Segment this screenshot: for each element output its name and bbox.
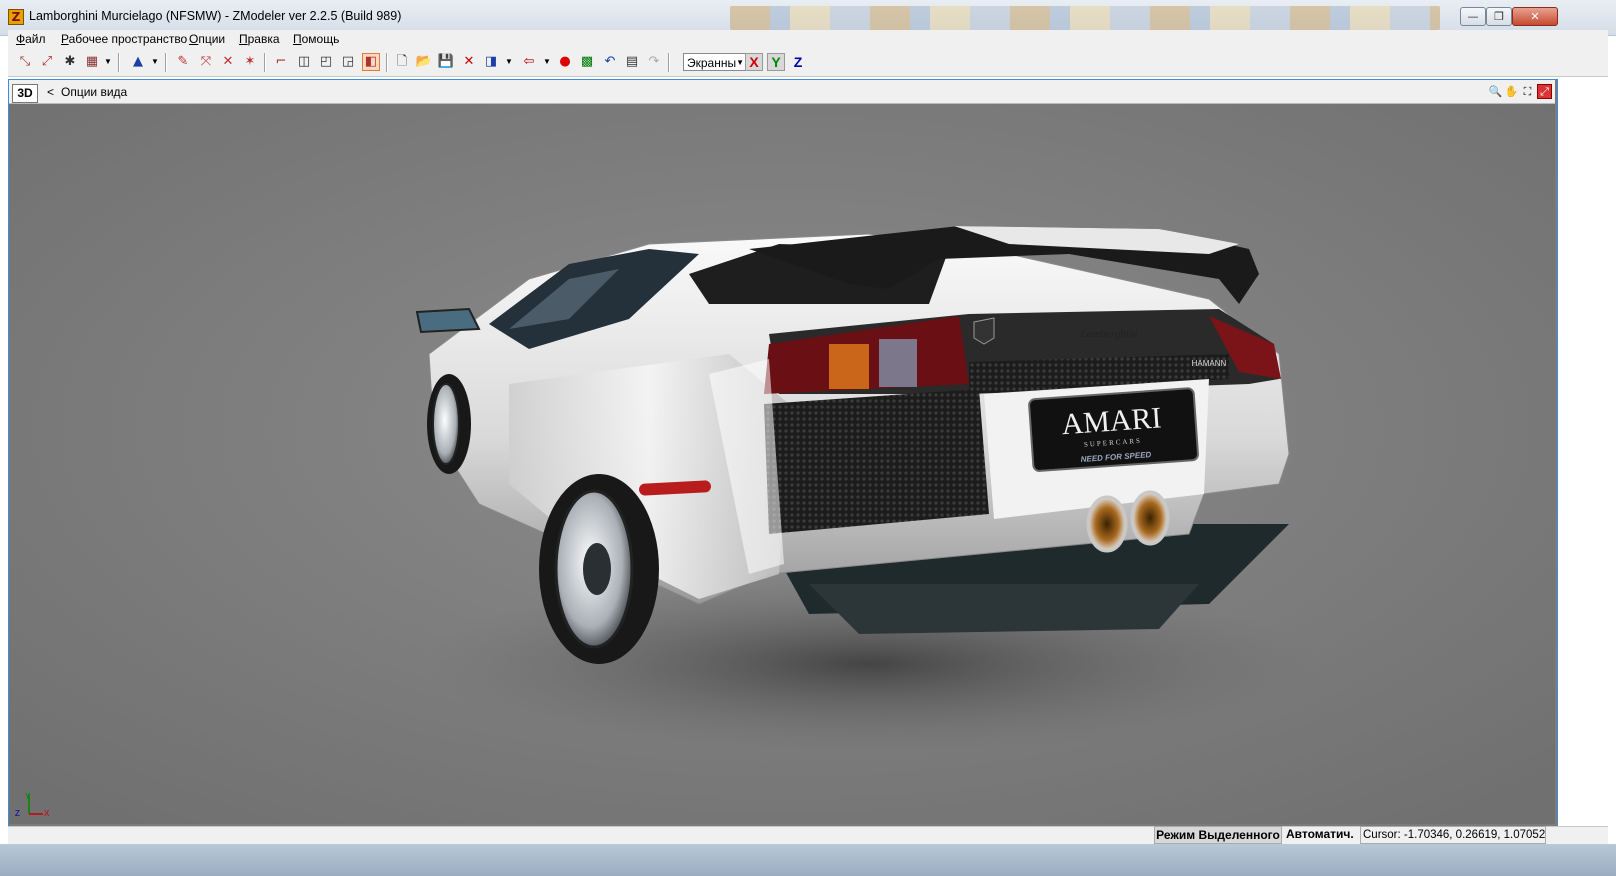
move-tool-icon[interactable]: ⤧ [197, 53, 215, 71]
open-file-icon[interactable]: 📂 [415, 53, 433, 71]
gizmo-z-label: Z [15, 809, 20, 818]
car-mirror [415, 307, 481, 334]
rotate-tool-icon[interactable]: ✕ [219, 53, 237, 71]
screen-space-value: Экранны [687, 56, 737, 70]
record-icon[interactable]: ● [556, 53, 574, 71]
pyramid-icon[interactable]: ▲ [129, 53, 147, 71]
material-icon[interactable]: ▩ [578, 53, 596, 71]
exhaust-pipe-right [1130, 490, 1170, 546]
car-underbody [809, 584, 1199, 634]
axis-x-toggle[interactable]: X [745, 53, 763, 71]
car-rear-grille [764, 389, 989, 534]
car-model: AMARI SUPERCARS NEED FOR SPEED Lamborghi… [415, 226, 1319, 754]
toolbar-separator [264, 53, 266, 72]
group-tool-icon[interactable]: ▦ [83, 53, 101, 71]
car-indicator-left [829, 344, 869, 389]
scale-tool-icon[interactable]: ✶ [241, 53, 259, 71]
select-tool-icon[interactable]: ⤡ [16, 53, 34, 71]
import-icon[interactable]: ◨ [482, 53, 500, 71]
menu-file[interactable]: Файл [16, 32, 46, 46]
edge-mode-icon[interactable]: ◫ [295, 53, 313, 71]
toolbar-separator [668, 53, 670, 72]
menu-edit[interactable]: Правка [239, 32, 280, 46]
os-taskbar [0, 844, 1616, 876]
object-mode-icon[interactable]: ◲ [339, 53, 357, 71]
menu-workspace[interactable]: Рабочее пространство [61, 32, 187, 46]
hamann-badge: HAMANN [1192, 359, 1227, 368]
car-reverse-light-left [879, 339, 917, 387]
maximize-button[interactable]: ❐ [1486, 7, 1512, 26]
fit-view-icon[interactable]: ⛶ [1520, 84, 1535, 99]
minimize-button[interactable]: — [1460, 7, 1486, 26]
vertex-mode-icon[interactable]: ⌐ [272, 53, 290, 71]
paint-tool-icon[interactable]: ✎ [174, 53, 192, 71]
toolbar-separator [118, 53, 120, 72]
redo-icon[interactable]: ↷ [645, 53, 663, 71]
selection-mode-status: Режим Выделенного [1154, 826, 1282, 844]
properties-icon[interactable]: ▤ [623, 53, 641, 71]
menu-help[interactable]: Помощь [293, 32, 339, 46]
undo-icon[interactable]: ↶ [601, 53, 619, 71]
car-brand-badge: Lamborghini [1079, 328, 1137, 340]
export-icon[interactable]: ⇦ [520, 53, 538, 71]
collapse-arrow-icon[interactable]: < [47, 85, 54, 99]
view-options-label[interactable]: Опции вида [61, 85, 127, 99]
pan-icon[interactable]: ✋ [1504, 84, 1519, 99]
window-title: Lamborghini Murcielago (NFSMW) - ZModele… [29, 9, 402, 23]
front-rim [432, 383, 460, 465]
exhaust-pipe-left [1086, 495, 1128, 553]
cursor-coordinates: Cursor: -1.70346, 0.26619, 1.07052 [1360, 826, 1546, 844]
chevron-down-icon[interactable]: ▼ [543, 53, 551, 71]
viewport-header [9, 80, 1555, 104]
chevron-down-icon[interactable]: ▼ [104, 53, 112, 71]
select-vertex-icon[interactable]: ⤢ [38, 53, 56, 71]
walk-tool-icon[interactable]: ✱ [61, 53, 79, 71]
toolbar-separator [386, 53, 388, 72]
zoom-icon[interactable]: 🔍 [1488, 84, 1503, 99]
menu-bar: Файл Рабочее пространство Опции Правка П… [8, 30, 1608, 49]
chevron-down-icon[interactable]: ▼ [505, 53, 513, 71]
chevron-down-icon: ▼ [736, 58, 744, 67]
3d-viewport-canvas[interactable]: AMARI SUPERCARS NEED FOR SPEED Lamborghi… [9, 104, 1555, 824]
save-icon[interactable]: 💾 [437, 53, 455, 71]
axis-z-toggle[interactable]: Z [789, 53, 807, 71]
view-mode-button[interactable]: 3D [12, 84, 38, 103]
rear-hub [583, 543, 611, 595]
lamborghini-shield-icon [973, 317, 995, 345]
auto-mode-status: Автоматич. [1286, 827, 1354, 841]
gizmo-x-label: X [44, 809, 50, 818]
new-file-icon[interactable]: 🗋 [393, 53, 411, 71]
close-button[interactable]: ✕ [1512, 7, 1558, 26]
toolbar-separator [165, 53, 167, 72]
axis-y-toggle[interactable]: Y [767, 53, 785, 71]
delete-icon[interactable]: ✕ [460, 53, 478, 71]
gizmo-y-label: Y [25, 792, 31, 801]
box-mode-icon[interactable]: ◧ [362, 53, 380, 71]
app-icon[interactable]: Z [8, 9, 24, 25]
plate-text: AMARI [1060, 401, 1162, 441]
face-mode-icon[interactable]: ◰ [317, 53, 335, 71]
title-decoration [730, 6, 1440, 30]
screen-space-select[interactable]: Экранны ▼ [683, 53, 747, 71]
menu-options[interactable]: Опции [189, 32, 225, 46]
maximize-view-icon[interactable]: ⤢ [1537, 84, 1552, 99]
chevron-down-icon[interactable]: ▼ [151, 53, 159, 71]
toolbar: ⤡ ⤢ ✱ ▦ ▼ ▲ ▼ ✎ ⤧ ✕ ✶ ⌐ ◫ ◰ ◲ ◧ 🗋 📂 💾 ✕ … [8, 49, 1608, 77]
